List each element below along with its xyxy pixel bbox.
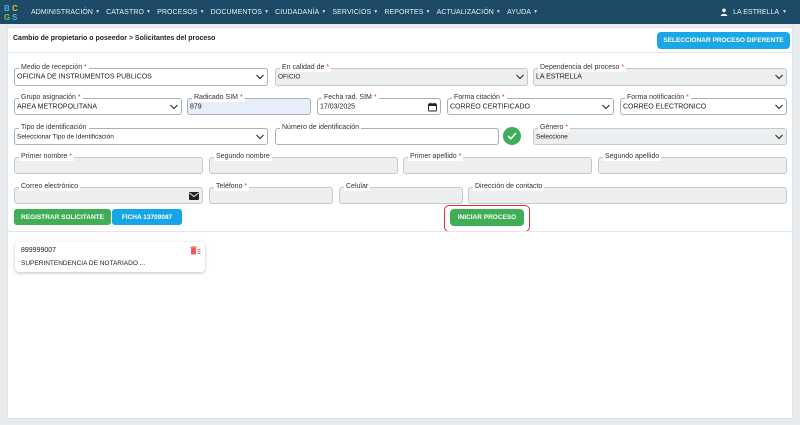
menu-procesos[interactable]: PROCESOS ▼ — [157, 9, 205, 16]
breadcrumb: Cambio de propietario o poseedor > Solic… — [13, 35, 216, 42]
primer-nombre-input[interactable]: Primer nombre * — [14, 152, 203, 174]
start-process-button[interactable]: INICIAR PROCESO — [450, 209, 524, 226]
menu-documentos[interactable]: DOCUMENTOS ▼ — [211, 9, 270, 16]
check-icon — [507, 132, 517, 140]
grupo-asignacion-select[interactable]: Grupo asignación * AREA METROPOLITANA — [14, 93, 182, 115]
envelope-icon — [189, 191, 199, 200]
segundo-apellido-input[interactable]: Segundo apellido — [598, 152, 787, 174]
select-different-process-button[interactable]: SELECCIONAR PROCESO DIFERENTE — [657, 32, 790, 49]
direccion-contacto-input[interactable]: Dirección de contacto — [468, 182, 787, 204]
user-name: LA ESTRELLA — [733, 8, 780, 16]
card-header: Cambio de propietario o poseedor > Solic… — [8, 28, 792, 53]
medio-recepcion-select[interactable]: Medio de recepción * OFICINA DE INSTRUME… — [14, 63, 268, 86]
caret-down-icon: ▼ — [782, 9, 787, 15]
en-calidad-select[interactable]: En calidad de * OFICIO — [275, 63, 528, 86]
caret-down-icon: ▼ — [425, 9, 431, 15]
main-menu: ADMINISTRACIÓN ▼ CATASTRO ▼ PROCESOS ▼ DOCU… — [31, 0, 544, 24]
chevron-down-icon — [602, 104, 610, 109]
chevron-down-icon — [775, 74, 783, 80]
segundo-nombre-input[interactable]: Segundo nombre — [209, 152, 398, 174]
dependencia-select[interactable]: Dependencia del proceso * LA ESTRELLA — [533, 63, 787, 86]
svg-text:B: B — [4, 4, 10, 13]
genero-select[interactable]: Género * Seleccione — [533, 123, 787, 145]
svg-text:G: G — [4, 13, 10, 21]
menu-actualizacion[interactable]: ACTUALIZACIÓN ▼ — [437, 9, 501, 16]
menu-ciudadania[interactable]: CIUDADANÍA ▼ — [275, 9, 326, 16]
caret-down-icon: ▼ — [199, 9, 205, 15]
svg-text:S: S — [12, 13, 18, 21]
chevron-down-icon — [775, 104, 783, 109]
telefono-input[interactable]: Teléfono * — [209, 182, 333, 204]
caret-down-icon: ▼ — [264, 9, 270, 15]
chevron-down-icon — [170, 104, 178, 109]
caret-down-icon: ▼ — [146, 9, 152, 15]
radicado-sim-input[interactable]: Radicado SIM * 879 — [187, 93, 311, 115]
menu-ayuda[interactable]: AYUDA ▼ — [507, 9, 538, 16]
applicant-card[interactable]: 899999007 SUPERINTENDENCIA DE NOTARIADO … — [15, 242, 205, 272]
fecha-rad-sim-input[interactable]: Fecha rad. SIM * 17/03/2025 — [317, 93, 441, 115]
calendar-icon[interactable] — [428, 102, 437, 111]
tipo-identificacion-select[interactable]: Tipo de identificación Seleccionar Tipo … — [14, 123, 268, 145]
process-card: Cambio de propietario o poseedor > Solic… — [7, 27, 793, 419]
validate-check-button[interactable] — [503, 127, 521, 145]
correo-electronico-input[interactable]: Correo electrónico — [14, 182, 203, 204]
menu-catastro[interactable]: CATASTRO ▼ — [106, 9, 151, 16]
forma-citacion-select[interactable]: Forma citación * CORREO CERTIFICADO — [447, 93, 614, 115]
bcgs-logo-icon[interactable]: B C G S — [4, 3, 20, 21]
delete-list-icon[interactable] — [190, 246, 201, 255]
chevron-down-icon — [516, 74, 524, 80]
user-menu[interactable]: LA ESTRELLA ▼ — [720, 0, 787, 24]
section-divider — [8, 231, 792, 232]
menu-administracion[interactable]: ADMINISTRACIÓN ▼ — [31, 9, 100, 16]
forma-notificacion-select[interactable]: Forma notificación * CORREO ELECTRONICO — [620, 93, 787, 115]
celular-input[interactable]: Celular — [339, 182, 463, 204]
applicant-id: 899999007 — [21, 247, 57, 254]
menu-reportes[interactable]: REPORTES ▼ — [384, 9, 430, 16]
caret-down-icon: ▼ — [95, 9, 101, 15]
caret-down-icon: ▼ — [495, 9, 501, 15]
menu-servicios[interactable]: SERVICIOS ▼ — [332, 9, 378, 16]
caret-down-icon: ▼ — [373, 9, 379, 15]
chevron-down-icon — [775, 134, 783, 139]
primer-apellido-input[interactable]: Primer apellido * — [403, 152, 592, 174]
svg-text:C: C — [12, 4, 18, 13]
top-navbar: B C G S ADMINISTRACIÓN ▼ CATASTRO ▼ PROCES… — [0, 0, 800, 24]
numero-identificacion-input[interactable]: Número de identificación — [275, 123, 499, 145]
user-icon — [720, 8, 728, 16]
register-applicant-button[interactable]: REGISTRAR SOLICITANTE — [14, 209, 111, 225]
chevron-down-icon — [256, 134, 264, 139]
chevron-down-icon — [256, 74, 264, 80]
caret-down-icon: ▼ — [321, 9, 327, 15]
ficha-button[interactable]: FICHA 13709087 — [112, 209, 182, 225]
applicant-name: SUPERINTENDENCIA DE NOTARIADO ... — [21, 260, 146, 267]
caret-down-icon: ▼ — [533, 9, 539, 15]
